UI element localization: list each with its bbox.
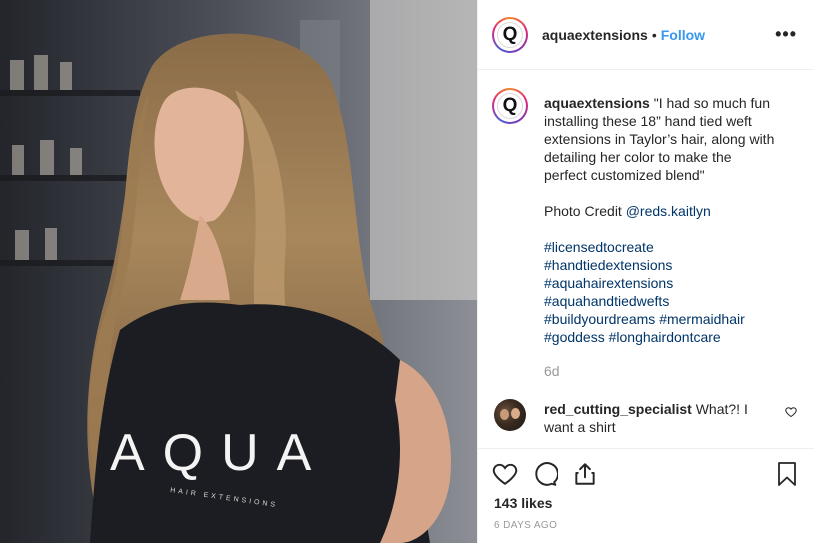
caption-username[interactable]: aquaextensions: [544, 95, 650, 111]
actions-section: 143 likes 6 DAYS AGO: [478, 448, 814, 543]
follow-button[interactable]: Follow: [661, 27, 705, 43]
author-avatar[interactable]: Q: [492, 16, 528, 53]
post-header: Q aquaextensions • Follow •••: [478, 0, 814, 70]
caption-line: "I had so much fun: [653, 95, 770, 111]
comment-body: What?! I: [691, 401, 748, 417]
caption-line: perfect customized blend": [544, 167, 705, 183]
avatar-letter: Q: [497, 21, 523, 48]
shirt-print: AQUA: [110, 424, 329, 482]
caption-text: aquaextensions "I had so much fun instal…: [544, 94, 806, 380]
heart-icon[interactable]: [492, 461, 518, 487]
instagram-post: AQUA HAIR EXTENSIONS Q aquaextensions • …: [0, 0, 814, 543]
caption-line: detailing her color to make the: [544, 149, 732, 165]
share-icon[interactable]: [572, 461, 598, 487]
header-separator: •: [651, 26, 657, 43]
comment-like-heart-icon[interactable]: [785, 406, 797, 418]
hashtag-link[interactable]: #aquahandtiedwefts: [544, 293, 669, 309]
more-icon[interactable]: •••: [775, 24, 797, 45]
post-side-panel: Q aquaextensions • Follow ••• Q aquaexte…: [477, 0, 814, 543]
photo-illustration: AQUA HAIR EXTENSIONS: [0, 0, 477, 543]
hashtag-link[interactable]: #longhairdontcare: [609, 329, 721, 345]
caption-line: extensions in Taylor’s hair, along with: [544, 131, 775, 147]
hashtag-link[interactable]: #handtiedextensions: [544, 257, 672, 273]
bookmark-icon[interactable]: [775, 461, 799, 487]
comment-text: red_cutting_specialist What?! I want a s…: [544, 400, 774, 436]
hashtag-link[interactable]: #goddess: [544, 329, 605, 345]
caption-author-avatar[interactable]: Q: [492, 88, 528, 124]
photo-credit-label: Photo Credit: [544, 203, 626, 219]
hashtag-link[interactable]: #aquahairextensions: [544, 275, 673, 291]
commenter-avatar[interactable]: [494, 399, 526, 431]
caption-timestamp[interactable]: 6d: [544, 362, 806, 380]
hashtag-link[interactable]: #mermaidhair: [659, 311, 745, 327]
mention-link[interactable]: @reds.kaitlyn: [626, 203, 711, 219]
comment-icon[interactable]: [532, 461, 558, 487]
caption-line: installing these 18” hand tied weft: [544, 113, 752, 129]
hashtag-link[interactable]: #buildyourdreams: [544, 311, 655, 327]
hashtag-link[interactable]: #licensedtocreate: [544, 239, 654, 255]
post-photo[interactable]: AQUA HAIR EXTENSIONS: [0, 0, 477, 543]
commenter-username[interactable]: red_cutting_specialist: [544, 401, 692, 417]
avatar-letter: Q: [497, 93, 523, 119]
author-username[interactable]: aquaextensions: [542, 27, 648, 43]
post-time[interactable]: 6 DAYS AGO: [494, 520, 557, 531]
comment-body-continued: want a shirt: [544, 419, 616, 435]
like-count[interactable]: 143 likes: [494, 495, 552, 511]
